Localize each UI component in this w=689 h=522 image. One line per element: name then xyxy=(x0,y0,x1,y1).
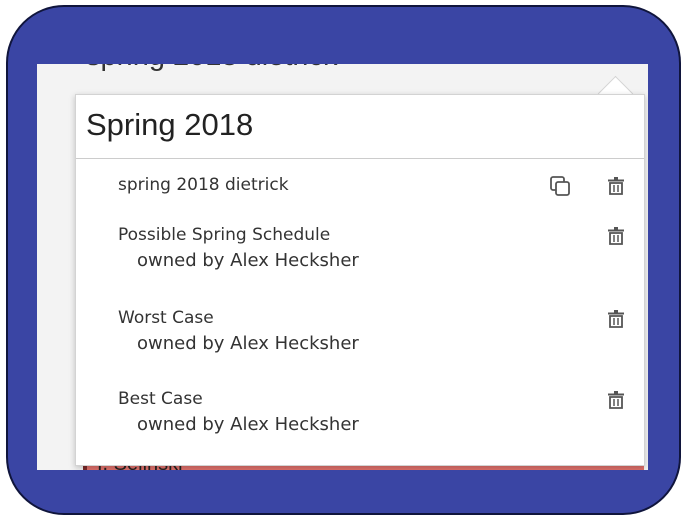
schedule-item-best-case[interactable]: Best Case owned by Alex Hecksher xyxy=(76,377,644,461)
trash-icon[interactable] xyxy=(605,175,627,197)
device-frame: spring 2018 dietrick I. Selinski Spring … xyxy=(6,5,681,515)
trash-icon[interactable] xyxy=(605,225,627,247)
schedule-item-owner: owned by Alex Hecksher xyxy=(137,414,359,435)
popover-header: Spring 2018 xyxy=(76,95,644,159)
trash-icon[interactable] xyxy=(605,389,627,411)
schedule-item-name[interactable]: spring 2018 dietrick xyxy=(118,175,289,195)
schedule-item-name[interactable]: Best Case xyxy=(118,389,203,409)
schedule-item-worst-case[interactable]: Worst Case owned by Alex Hecksher xyxy=(76,295,644,377)
schedule-item-name[interactable]: Possible Spring Schedule xyxy=(118,225,330,245)
schedule-item-possible-spring-schedule[interactable]: Possible Spring Schedule owned by Alex H… xyxy=(76,211,644,295)
schedule-item-owner: owned by Alex Hecksher xyxy=(137,333,359,354)
schedule-item-spring-2018-dietrick[interactable]: spring 2018 dietrick xyxy=(76,161,644,211)
schedule-item-owner: owned by Alex Hecksher xyxy=(137,250,359,271)
app-screen: spring 2018 dietrick I. Selinski Spring … xyxy=(37,64,648,470)
schedule-popover: Spring 2018 spring 2018 dietrick Possibl… xyxy=(75,94,645,466)
copy-icon[interactable] xyxy=(549,175,571,197)
trash-icon[interactable] xyxy=(605,308,627,330)
popover-title: Spring 2018 xyxy=(86,107,254,142)
schedule-item-name[interactable]: Worst Case xyxy=(118,308,214,328)
background-schedule-heading: spring 2018 dietrick xyxy=(86,64,337,73)
